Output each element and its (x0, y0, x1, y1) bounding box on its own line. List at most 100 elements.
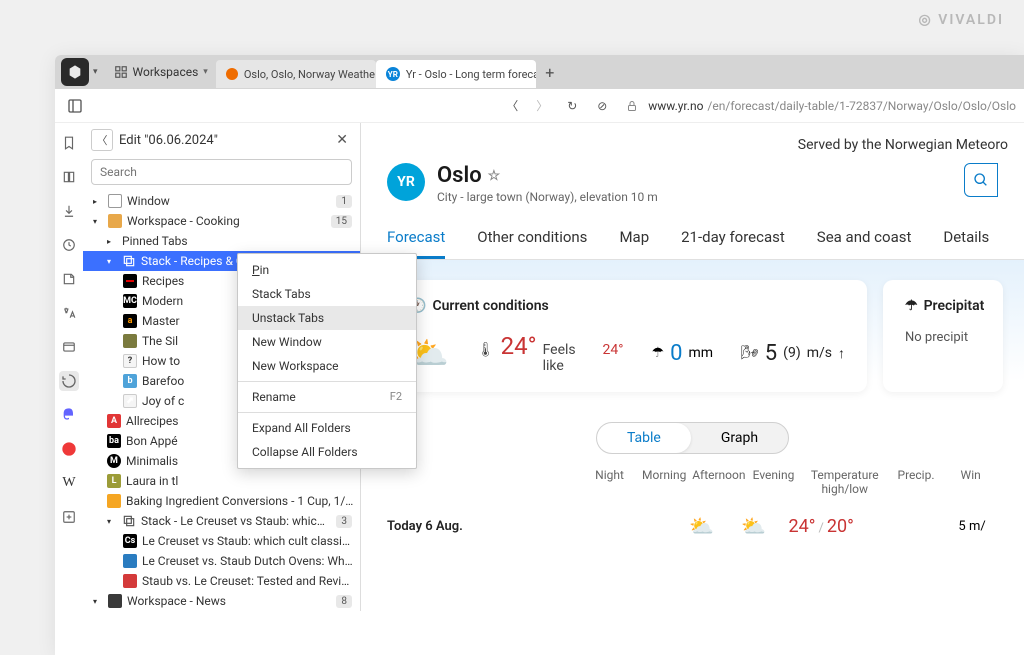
weather-icon: ⛅ (676, 514, 728, 538)
tree-item[interactable]: CsLe Creuset vs Staub: which cult classi… (83, 531, 360, 551)
window-icon[interactable] (59, 337, 79, 357)
back-button[interactable]: 〈 (498, 92, 526, 120)
tree-news[interactable]: ▾Workspace - News8 (83, 591, 360, 611)
col-afternoon: Afternoon (692, 468, 747, 496)
downloads-icon[interactable] (59, 201, 79, 221)
tree-item[interactable]: Baking Ingredient Conversions - 1 Cup, 1… (83, 491, 360, 511)
vivaldi-red-icon[interactable] (59, 439, 79, 459)
vivaldi-menu-button[interactable] (61, 58, 89, 86)
favicon: ⬈ (123, 394, 137, 408)
wikipedia-icon[interactable]: W (59, 473, 79, 493)
temp-value: 24° (501, 332, 537, 360)
yr-logo: YR (387, 163, 425, 201)
ctx-new-workspace[interactable]: New Workspace (238, 354, 416, 378)
ctx-expand-all[interactable]: Expand All Folders (238, 416, 416, 440)
ctx-collapse-all[interactable]: Collapse All Folders (238, 440, 416, 464)
tree-item[interactable]: Staub vs. Le Creuset: Tested and Reviewe… (83, 571, 360, 591)
panel-title: Edit "06.06.2024" (119, 133, 326, 148)
workspaces-label: Workspaces (133, 65, 199, 79)
tab-yr-oslo[interactable]: YR Yr - Oslo - Long term foreca (376, 60, 536, 88)
current-label: Current conditions (432, 298, 548, 314)
forward-button[interactable]: 〉 (528, 92, 556, 120)
wind-unit: m/s (807, 345, 832, 361)
translate-icon[interactable] (59, 303, 79, 323)
ctx-pin[interactable]: Pin (238, 258, 416, 282)
forecast-table: Night Morning Afternoon Evening Temperat… (361, 468, 1024, 548)
col-night: Night (582, 468, 637, 496)
tab-oslo-weather[interactable]: Oslo, Oslo, Norway Weathe (216, 60, 376, 88)
stack-icon (122, 514, 136, 528)
bookmarks-icon[interactable] (59, 133, 79, 153)
tab-sea[interactable]: Sea and coast (817, 228, 912, 259)
lock-icon (618, 92, 646, 120)
city-title: Oslo☆ (437, 163, 658, 188)
address-bar[interactable]: www.yr.no/en/forecast/daily-table/1-7283… (648, 99, 1016, 113)
toggle-graph[interactable]: Graph (691, 423, 788, 453)
favicon (123, 574, 137, 588)
ctx-rename[interactable]: RenameF2 (238, 385, 416, 409)
tree-pinned[interactable]: ▸Pinned Tabs (83, 231, 360, 251)
tab-map[interactable]: Map (619, 228, 649, 259)
wind-arrow-icon: ↑ (838, 345, 845, 362)
panel-close-button[interactable]: ✕ (332, 132, 352, 148)
panel-toggle-icon[interactable] (63, 94, 87, 118)
side-panel: W (55, 123, 83, 611)
ctx-new-window[interactable]: New Window (238, 330, 416, 354)
block-icon[interactable]: ⊘ (588, 92, 616, 120)
favorite-star-icon[interactable]: ☆ (488, 168, 501, 184)
workspaces-button[interactable]: Workspaces (106, 61, 216, 83)
page-content: Served by the Norwegian Meteoro YR Oslo☆… (361, 123, 1024, 611)
tab-21day[interactable]: 21-day forecast (681, 228, 785, 259)
toggle-table[interactable]: Table (597, 423, 691, 453)
favicon: A (107, 414, 121, 428)
menu-dropdown-icon[interactable]: ▾ (93, 67, 98, 77)
tab-details[interactable]: Details (943, 228, 989, 259)
context-menu: Pin Stack Tabs Unstack Tabs New Window N… (237, 253, 417, 469)
precipitation-card: ☂Precipitat No precipit (883, 280, 1003, 392)
reading-list-icon[interactable] (59, 167, 79, 187)
reload-button[interactable]: ↻ (558, 92, 586, 120)
forecast-row-today[interactable]: Today 6 Aug. ⛅ ⛅ 24°/20° 5 m/ (387, 504, 998, 548)
vivaldi-logo: VIVALDI (919, 12, 1004, 28)
favicon-orange (226, 68, 238, 80)
window-icon (108, 194, 122, 208)
ctx-stack[interactable]: Stack Tabs (238, 282, 416, 306)
favicon: Cs (123, 534, 137, 548)
favicon: ba (107, 434, 121, 448)
add-panel-icon[interactable] (59, 507, 79, 527)
mastodon-icon[interactable] (59, 405, 79, 425)
history-icon[interactable] (59, 235, 79, 255)
tab-other[interactable]: Other conditions (477, 228, 587, 259)
current-conditions-card: 🕐Current conditions ⛅ 🌡 24° Feels like 2… (387, 280, 867, 392)
wind-value: 5 (765, 341, 777, 366)
tree-stack-lecreuset[interactable]: ▾Stack - Le Creuset vs Staub: which cult… (83, 511, 360, 531)
served-by-text: Served by the Norwegian Meteoro (361, 123, 1024, 153)
ctx-unstack[interactable]: Unstack Tabs (238, 306, 416, 330)
col-temp: Temperature high/low (801, 468, 889, 496)
tree-window[interactable]: ▸Window1 (83, 191, 360, 211)
row-wind: 5 m/ (946, 519, 998, 534)
search-button[interactable] (964, 163, 998, 197)
wind-gust: (9) (783, 345, 801, 361)
new-tab-button[interactable]: + (536, 63, 564, 82)
sessions-icon[interactable] (59, 371, 79, 391)
wind-icon: 🌬 (741, 345, 759, 361)
favicon (107, 494, 121, 508)
favicon (123, 274, 137, 288)
panel-back-button[interactable]: 〈 (91, 129, 113, 151)
precip-value: 0 (670, 341, 682, 366)
tree-cooking[interactable]: ▾Workspace - Cooking15 (83, 211, 360, 231)
browser-window: ▾ Workspaces Oslo, Oslo, Norway Weathe Y… (55, 55, 1024, 655)
favicon (123, 334, 137, 348)
tree-item[interactable]: Le Creuset vs. Staub Dutch Ovens: Which … (83, 551, 360, 571)
notes-icon[interactable] (59, 269, 79, 289)
panel-search-input[interactable] (91, 159, 352, 185)
tab-bar: ▾ Workspaces Oslo, Oslo, Norway Weathe Y… (55, 55, 1024, 89)
favicon (123, 554, 137, 568)
tree-item[interactable]: LLaura in tl (83, 471, 360, 491)
feels-label: Feels like (543, 342, 597, 374)
forecast-tabs: Forecast Other conditions Map 21-day for… (361, 214, 1024, 260)
favicon: M (107, 454, 121, 468)
hi-temp: 24° (789, 516, 816, 537)
stack-icon (122, 254, 136, 268)
